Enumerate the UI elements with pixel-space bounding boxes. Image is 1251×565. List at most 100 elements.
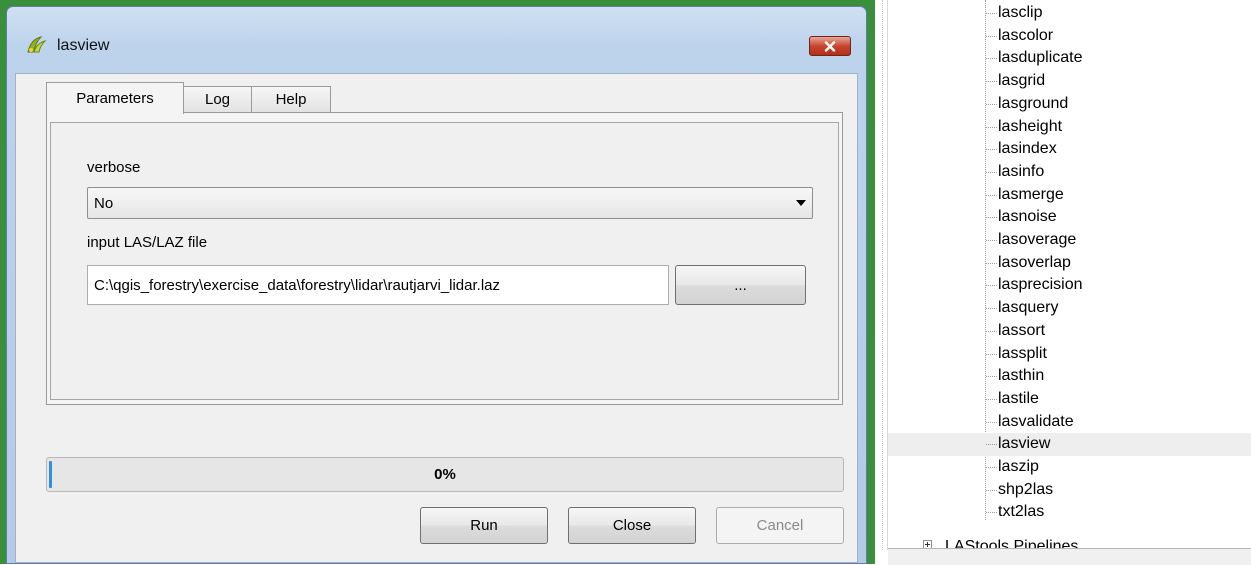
parameters-panel: verbose No input LAS/LAZ file ... — [46, 112, 843, 405]
tree-item[interactable]: lasclip — [888, 2, 1251, 25]
tree-connector — [986, 126, 997, 128]
tree-item[interactable]: lasquery — [888, 297, 1251, 320]
tree-connector — [986, 13, 997, 14]
tree-item-label: lasindex — [998, 140, 1057, 158]
toolbox-tree: lasclip lascolor lasduplicate lasgrid lasgro… — [888, 0, 1251, 548]
tab-parameters[interactable]: Parameters — [46, 82, 184, 114]
tree-connector — [986, 398, 997, 400]
tree-connector — [986, 240, 997, 241]
parameters-group: verbose No input LAS/LAZ file ... — [50, 122, 839, 400]
tree-item-label: lasview — [998, 435, 1051, 453]
tree-item[interactable]: lassplit — [888, 343, 1251, 366]
tree-item-label: lasnoise — [998, 208, 1057, 226]
tree-connector — [986, 376, 997, 378]
chevron-down-icon — [796, 200, 806, 206]
tree-item-label: lasclip — [998, 4, 1043, 21]
tab-help[interactable]: Help — [251, 86, 331, 112]
tree-item-label: lasmerge — [998, 185, 1064, 203]
tree-item-label: lassplit — [998, 344, 1047, 362]
qgis-icon — [25, 35, 47, 55]
tree-item[interactable]: lasmerge — [888, 184, 1251, 207]
close-x-icon — [824, 40, 836, 52]
tree-connector — [986, 353, 997, 355]
title-bar[interactable]: lasview — [7, 7, 866, 73]
tab-log-label: Log — [204, 91, 231, 108]
cancel-button[interactable]: Cancel — [716, 507, 844, 544]
tree-item-label: laszip — [998, 458, 1039, 475]
tree-item[interactable]: laszip — [888, 456, 1251, 479]
tree-item[interactable]: lasground — [888, 93, 1251, 116]
panel-bottom-strip — [888, 548, 1251, 565]
tree-item-label: lasthin — [998, 367, 1045, 385]
tab-parameters-label: Parameters — [76, 90, 154, 107]
tree-item-label: lasground — [998, 94, 1069, 112]
tree-item-label: lasduplicate — [998, 49, 1083, 67]
tree-item-label: lasoverlap — [998, 253, 1071, 271]
dialog-backdrop: lasview Parameters Log Help verbose No i… — [0, 0, 875, 564]
tree-item[interactable]: lasoverage — [888, 229, 1251, 252]
tree-item-label: lascolor — [998, 26, 1054, 44]
lasview-dialog: lasview Parameters Log Help verbose No i… — [6, 6, 867, 564]
tree-connector — [986, 444, 997, 446]
tree-connector — [986, 330, 997, 332]
window-title: lasview — [57, 37, 110, 54]
tab-log[interactable]: Log — [183, 86, 252, 112]
dialog-client-area: Parameters Log Help verbose No input LAS… — [15, 73, 858, 563]
tree-item[interactable]: lastile — [888, 388, 1251, 411]
tree-connector — [986, 103, 997, 105]
tree-item[interactable]: lassort — [888, 320, 1251, 343]
tree-connector — [986, 149, 997, 151]
tree-item[interactable]: lasindex — [888, 138, 1251, 161]
tree-item[interactable]: lasnoise — [888, 206, 1251, 229]
tree-item[interactable]: lasduplicate — [888, 47, 1251, 70]
tree-connector — [986, 512, 997, 514]
input-file-label: input LAS/LAZ file — [87, 234, 208, 251]
panel-splitter-dotted — [882, 0, 883, 550]
tree-connector — [986, 489, 997, 491]
tree-item[interactable]: lasthin — [888, 365, 1251, 388]
input-file-field[interactable] — [87, 265, 669, 305]
tree-item[interactable]: txt2las — [888, 501, 1251, 524]
tree-item[interactable]: lasinfo — [888, 161, 1251, 184]
browse-button[interactable]: ... — [675, 265, 806, 305]
toolbox-tree-panel: lasclip lascolor lasduplicate lasgrid lasgro… — [875, 0, 1251, 565]
progress-bar: 0% — [46, 457, 844, 492]
tree-item-label: lassort — [998, 321, 1046, 339]
tree-connector — [986, 58, 997, 60]
verbose-label: verbose — [87, 159, 141, 176]
tree-item-label: lasgrid — [998, 72, 1046, 90]
tree-connector — [986, 285, 997, 287]
verbose-select[interactable]: No — [87, 187, 813, 219]
tree-connector — [986, 171, 997, 173]
tree-connector — [986, 81, 997, 83]
tree-item[interactable]: lascolor — [888, 25, 1251, 48]
tree-connector — [986, 194, 997, 196]
tree-item[interactable]: lasvalidate — [888, 411, 1251, 434]
tree-item[interactable]: lasview — [888, 433, 1251, 457]
tree-item[interactable]: lasoverlap — [888, 252, 1251, 275]
tree-item-label: txt2las — [998, 503, 1045, 521]
tree-item[interactable]: shp2las — [888, 479, 1251, 502]
run-button[interactable]: Run — [420, 507, 548, 544]
tree-item[interactable]: lasprecision — [888, 274, 1251, 297]
tab-help-label: Help — [275, 91, 307, 108]
tree-item-label: lasheight — [998, 117, 1063, 135]
tree-connector — [986, 308, 997, 310]
progress-text: 0% — [434, 466, 456, 483]
tree-item-label: lasinfo — [998, 162, 1045, 180]
tree-item-label: lasoverage — [998, 231, 1077, 248]
tree-item-label: lastile — [998, 389, 1039, 407]
window-close-button[interactable] — [809, 36, 851, 56]
tree-connector — [986, 217, 997, 219]
tree-connector — [986, 421, 997, 423]
verbose-select-value: No — [94, 195, 114, 212]
close-button[interactable]: Close — [568, 507, 696, 544]
tree-item-label: shp2las — [998, 480, 1054, 498]
tree-connector — [986, 467, 997, 468]
tree-item[interactable]: lasheight — [888, 116, 1251, 139]
tree-item[interactable]: lasgrid — [888, 70, 1251, 93]
tree-item-pipelines[interactable]: LAStools Pipelines — [945, 536, 1078, 548]
tree-item-label: lasvalidate — [998, 412, 1074, 430]
tree-connector — [986, 262, 997, 264]
tree-connector — [986, 35, 997, 37]
